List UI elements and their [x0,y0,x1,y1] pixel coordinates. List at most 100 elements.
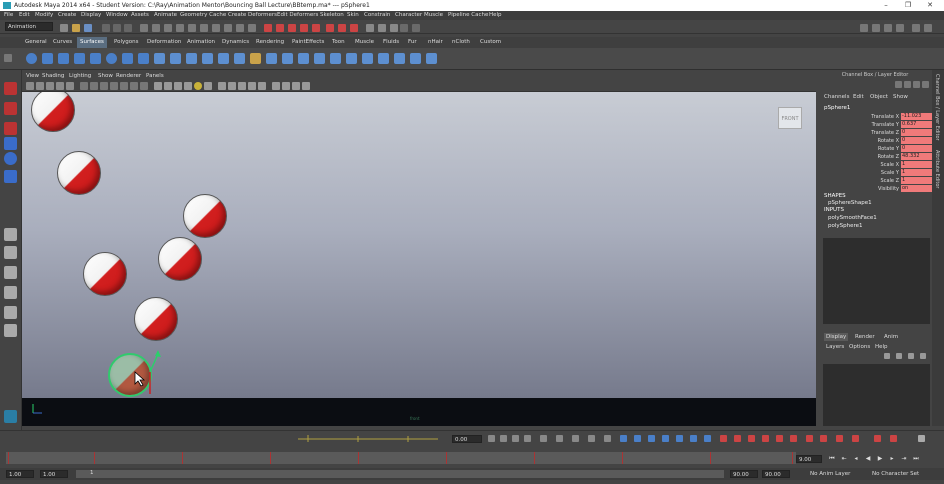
curve-tool-icon-6[interactable] [690,435,697,442]
ipr-render-icon[interactable] [378,24,386,32]
render-view-icon[interactable] [412,24,420,32]
xray-joints-icon[interactable] [292,82,300,90]
playback-start-field[interactable]: 1.00 [40,470,68,478]
loft-icon[interactable] [170,53,181,64]
timeline-icon-8[interactable] [588,435,595,442]
key-tool-icon-5[interactable] [776,435,783,442]
curve-tool-icon-5[interactable] [676,435,683,442]
nurbs-cone-icon[interactable] [74,53,85,64]
panel-layout-icon[interactable] [924,24,932,32]
mask-icon[interactable] [140,24,148,32]
current-frame-field[interactable]: 9.00 [796,455,822,463]
key-tool-icon-4[interactable] [762,435,769,442]
menu-animate[interactable]: Animate [154,12,177,18]
menu-create-deformers[interactable]: Create Deformers [228,12,277,18]
scale-tool-icon[interactable] [4,170,17,183]
snap-grid-icon[interactable] [264,24,272,32]
key-tool-icon-3[interactable] [748,435,755,442]
toggle-attribute-editor-icon[interactable] [860,24,868,32]
timeline-icon-5[interactable] [540,435,547,442]
timeline-icon-2[interactable] [500,435,507,442]
channel-rotate-x[interactable]: Rotate X0 [822,137,932,145]
range-slider[interactable]: 1 [76,470,724,478]
surface-mask-icon[interactable] [212,24,220,32]
panel-menu-show[interactable]: Show [98,73,113,79]
shadows-icon[interactable] [204,82,212,90]
layout-outliner-icon[interactable] [4,324,17,337]
safe-title-icon[interactable] [140,82,148,90]
2d-pan-zoom-icon[interactable] [66,82,74,90]
panel-menu-shading[interactable]: Shading [42,73,64,79]
layout-persp-graph-icon[interactable] [4,286,17,299]
reverse-surface-icon[interactable] [410,53,421,64]
shelf-tab-toon[interactable]: Toon [329,39,348,45]
cb-icon-4[interactable] [922,81,929,88]
uv-mask-icon[interactable] [188,24,196,32]
channel-scale-y[interactable]: Scale Y1 [822,169,932,177]
wireframe-on-shaded-icon[interactable] [174,82,182,90]
layer-menu-help[interactable]: Help [875,344,888,350]
motion-blur-icon[interactable] [238,82,246,90]
resolution-gate-icon[interactable] [100,82,108,90]
timeline-icon-last[interactable] [918,435,925,442]
menu-pipeline-cache[interactable]: Pipeline Cache [448,12,488,18]
menu-set-select[interactable]: Animation [5,22,53,31]
intersect-icon[interactable] [266,53,277,64]
shelf-tab-ncloth[interactable]: nCloth [449,39,473,45]
smooth-shade-icon[interactable] [164,82,172,90]
minimize-button[interactable]: – [880,1,892,10]
textured-icon[interactable] [184,82,192,90]
anim-layer-select[interactable]: No Anim Layer [808,470,864,478]
ball-ghost-2[interactable] [57,151,101,195]
xray-icon[interactable] [282,82,290,90]
menu-edit-deformers[interactable]: Edit Deformers [277,12,318,18]
timeline-icon-1[interactable] [488,435,495,442]
channel-translate-z[interactable]: Translate Z0 [822,129,932,137]
menu-skeleton[interactable]: Skeleton [320,12,344,18]
curve-tool-icon-7[interactable] [704,435,711,442]
new-layer-selected-icon[interactable] [896,353,902,359]
shelf-tab-deformation[interactable]: Deformation [144,39,184,45]
boundary-icon[interactable] [234,53,245,64]
select-object-icon[interactable] [113,24,121,32]
ball-ghost-3[interactable] [183,194,227,238]
high-quality-icon[interactable] [218,82,226,90]
shelf-tab-general[interactable]: General [22,39,50,45]
rebuild-surfaces-icon[interactable] [394,53,405,64]
nurbs-square-icon[interactable] [138,53,149,64]
panel-menu-panels[interactable]: Panels [146,73,164,79]
input-node-sphere[interactable]: polySphere1 [828,223,863,229]
channel-rotate-y[interactable]: Rotate Y0 [822,145,932,153]
use-all-lights-icon[interactable] [194,82,202,90]
side-tab-attribute-editor[interactable]: Attribute Editor [934,150,940,188]
key-tool-icon-9[interactable] [836,435,843,442]
project-curve-icon[interactable] [282,53,293,64]
panel-menu-renderer[interactable]: Renderer [116,73,141,79]
xray-components-icon[interactable] [302,82,310,90]
menu-display[interactable]: Display [81,12,101,18]
layout-hypershade-icon[interactable] [4,306,17,319]
toggle-outliner-icon[interactable] [896,24,904,32]
planar-icon[interactable] [186,53,197,64]
curve-tool-icon-2[interactable] [634,435,641,442]
open-scene-icon[interactable] [72,24,80,32]
key-tool-icon-11[interactable] [874,435,881,442]
vertex-mask-icon[interactable] [152,24,160,32]
sculpt-geometry-icon[interactable] [426,53,437,64]
edge-mask-icon[interactable] [164,24,172,32]
view-cube-front[interactable]: FRONT [778,107,802,129]
save-scene-icon[interactable] [84,24,92,32]
face-mask-icon[interactable] [176,24,184,32]
menu-skin[interactable]: Skin [347,12,359,18]
extend-surfaces-icon[interactable] [378,53,389,64]
key-tool-icon-10[interactable] [852,435,859,442]
select-tool-icon[interactable] [4,82,17,95]
key-tool-icon-8[interactable] [820,435,827,442]
step-back-frame-button[interactable]: ◂ [852,455,860,463]
layer-tab-anim[interactable]: Anim [882,333,900,341]
menu-file[interactable]: File [4,12,13,18]
shelf-tab-rendering[interactable]: Rendering [253,39,287,45]
ball-ghost-5[interactable] [83,252,127,296]
menu-muscle[interactable]: Muscle [424,12,443,18]
wireframe-icon[interactable] [154,82,162,90]
